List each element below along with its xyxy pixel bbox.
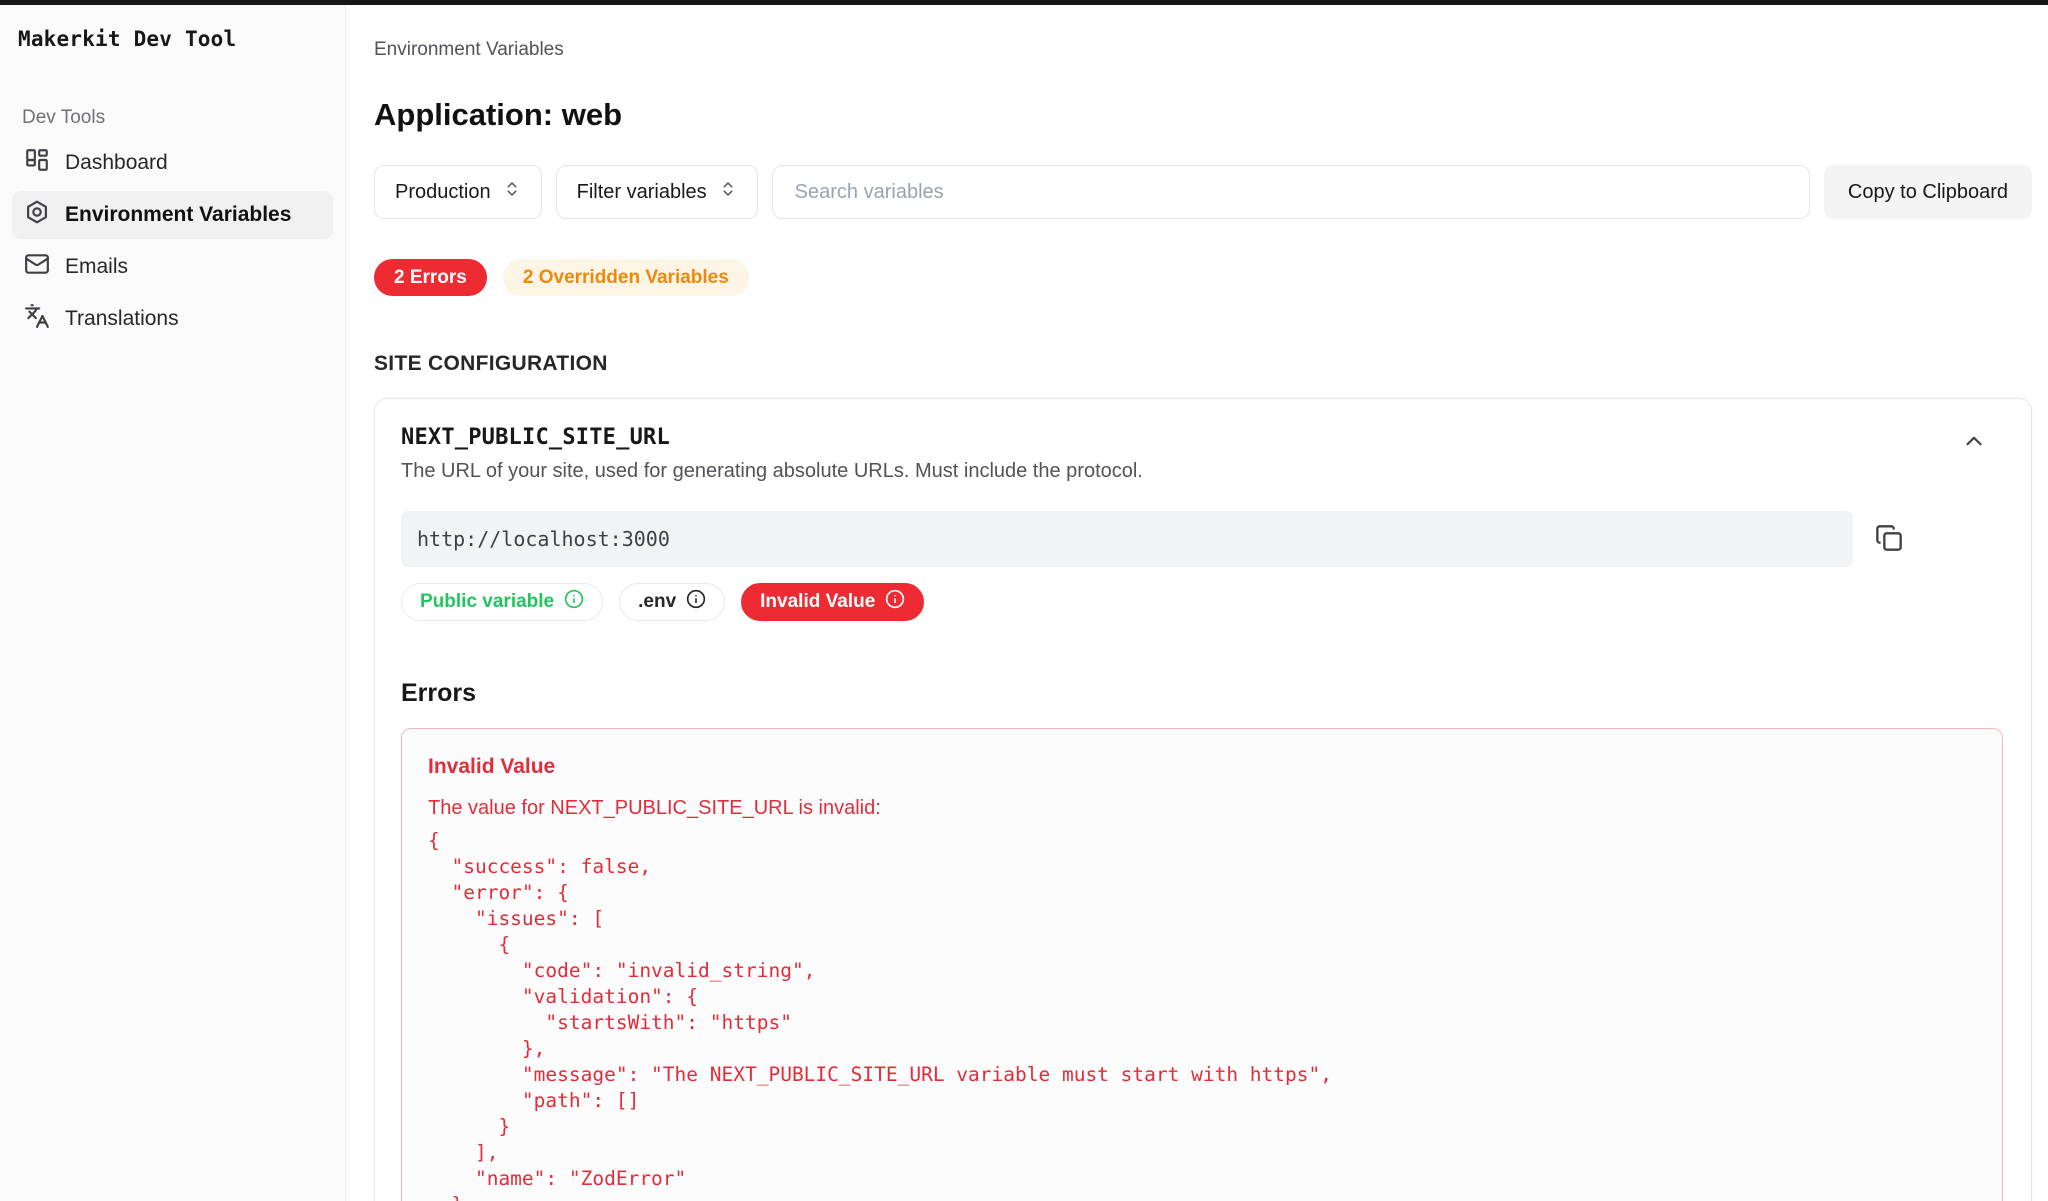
chevrons-up-down-icon	[503, 180, 521, 204]
sidebar-section-label: Dev Tools	[22, 107, 335, 129]
chevrons-up-down-icon	[719, 180, 737, 204]
invalid-value-badge: Invalid Value	[741, 583, 924, 621]
app-shell: Makerkit Dev Tool Dev Tools Dashboard En…	[0, 5, 2048, 1201]
summary-badges: 2 Errors 2 Overridden Variables	[374, 259, 2032, 296]
sidebar-item-label: Environment Variables	[65, 203, 291, 227]
sidebar-item-label: Translations	[65, 307, 179, 331]
variable-value: http://localhost:3000	[401, 511, 1853, 567]
section-title-site-configuration: SITE CONFIGURATION	[374, 352, 2032, 376]
search-variables-input[interactable]	[772, 165, 1810, 219]
copy-value-button[interactable]	[1871, 521, 1907, 557]
app-title: Makerkit Dev Tool	[10, 23, 335, 51]
env-variables-icon	[24, 199, 50, 231]
filter-variables-value: Filter variables	[577, 181, 707, 204]
chevron-up-icon	[1961, 428, 1987, 457]
errors-heading: Errors	[401, 679, 2003, 708]
info-icon[interactable]	[885, 589, 905, 615]
info-icon[interactable]	[564, 589, 584, 615]
env-source-badge: .env	[619, 583, 725, 621]
variable-name: NEXT_PUBLIC_SITE_URL	[401, 425, 2003, 450]
toolbar: Production Filter variables Copy to Clip…	[374, 165, 2032, 219]
breadcrumb: Environment Variables	[374, 39, 2032, 61]
environment-select-value: Production	[395, 181, 491, 204]
languages-icon	[24, 303, 50, 335]
sidebar: Makerkit Dev Tool Dev Tools Dashboard En…	[0, 5, 346, 1201]
public-variable-badge: Public variable	[401, 583, 603, 621]
variable-value-row: http://localhost:3000	[401, 511, 2003, 567]
sidebar-item-dashboard[interactable]: Dashboard	[12, 139, 333, 187]
errors-count-badge: 2 Errors	[374, 259, 487, 296]
dashboard-icon	[24, 147, 50, 179]
mail-icon	[24, 251, 50, 283]
main-content: Environment Variables Application: web P…	[346, 5, 2048, 1201]
badge-label: Public variable	[420, 591, 554, 613]
copy-icon	[1875, 524, 1903, 555]
error-box: Invalid Value The value for NEXT_PUBLIC_…	[401, 728, 2003, 1201]
sidebar-item-translations[interactable]: Translations	[12, 295, 333, 343]
info-icon[interactable]	[686, 589, 706, 615]
copy-to-clipboard-button[interactable]: Copy to Clipboard	[1824, 165, 2032, 219]
sidebar-item-environment-variables[interactable]: Environment Variables	[12, 191, 333, 239]
sidebar-item-label: Dashboard	[65, 151, 168, 175]
page-title: Application: web	[374, 97, 2032, 133]
filter-variables-select[interactable]: Filter variables	[556, 165, 758, 219]
error-title: Invalid Value	[428, 755, 1974, 779]
variable-badges: Public variable .env	[401, 583, 2003, 621]
variable-description: The URL of your site, used for generatin…	[401, 460, 2003, 483]
error-json: { "success": false, "error": { "issues":…	[428, 828, 1974, 1201]
variable-card: NEXT_PUBLIC_SITE_URL The URL of your sit…	[374, 398, 2032, 1201]
sidebar-item-emails[interactable]: Emails	[12, 243, 333, 291]
sidebar-item-label: Emails	[65, 255, 128, 279]
badge-label: .env	[638, 591, 676, 613]
overridden-count-badge: 2 Overridden Variables	[503, 259, 749, 296]
collapse-card-button[interactable]	[1957, 425, 1991, 459]
badge-label: Invalid Value	[760, 591, 875, 613]
error-intro: The value for NEXT_PUBLIC_SITE_URL is in…	[428, 797, 1974, 820]
environment-select[interactable]: Production	[374, 165, 542, 219]
